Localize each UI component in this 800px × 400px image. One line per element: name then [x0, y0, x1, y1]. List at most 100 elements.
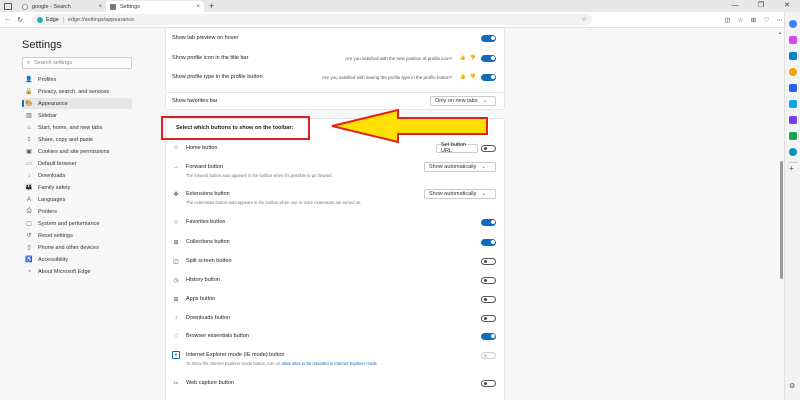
sidebar-item-default-browser[interactable]: ▭ Default browser — [22, 158, 132, 169]
toolbar-row-browser-essentials-button: ♡ Browser essentials button — [172, 331, 500, 341]
close-tab-icon[interactable]: × — [98, 4, 102, 10]
sidebar-item-system-and-performance[interactable]: ▢ System and performance — [22, 218, 132, 229]
sidebar-item-share-copy-and-paste[interactable]: ⇪ Share, copy and paste — [22, 134, 132, 145]
tab-settings[interactable]: Settings × — [106, 1, 204, 12]
search-settings-input[interactable]: ⌕ Search settings — [22, 57, 132, 69]
toggle-web-capture-button[interactable] — [481, 379, 496, 387]
browser-essentials-icon[interactable]: ♡ — [760, 16, 773, 24]
home-icon: ⌂ — [27, 124, 31, 131]
system-icon: ▢ — [26, 221, 32, 227]
outlook-icon[interactable] — [789, 100, 797, 108]
sidebar-item-printers[interactable]: ⎙ Printers — [22, 206, 132, 217]
edge-sidebar: + ⚙ — [784, 12, 800, 400]
collections-icon[interactable]: ⊞ — [747, 16, 760, 24]
scrollbar-thumb[interactable] — [779, 161, 783, 279]
sidebar-item-cookies-and-site-permissions[interactable]: ▣ Cookies and site permissions — [22, 146, 132, 157]
setting-row-show-profile-icon-in-the-title-bar: Show profile icon in the title bar Are yo… — [172, 53, 500, 63]
address-row: ← ↻ Edge edge://settings/appearance ☆ ◫ … — [0, 12, 800, 28]
lock-icon: 🔒 — [25, 89, 33, 95]
dropdown-forward-button[interactable]: Show automatically ⌄ — [424, 162, 496, 172]
tab-title: google - Search — [32, 3, 71, 10]
sidebar-item-privacy-search-and-services[interactable]: 🔒 Privacy, search, and services — [22, 86, 132, 97]
sidebar-item-reset-settings[interactable]: ↺ Reset settings — [22, 230, 132, 241]
toolbar-row-forward-button: → Forward button Show automatically ⌄ — [172, 162, 500, 172]
toggle-home-button[interactable] — [481, 144, 496, 152]
toggle-collections-button[interactable] — [481, 238, 496, 246]
edge-icon: ◔ — [27, 268, 31, 275]
sidebar-item-family-safety[interactable]: 👪 Family safety — [22, 182, 132, 193]
refresh-icon[interactable]: ↻ — [14, 16, 26, 24]
heart-icon: ♡ — [173, 333, 179, 340]
thumbs-down-icon[interactable]: 👎 — [470, 55, 476, 61]
download-icon: ↓ — [174, 315, 178, 321]
toggle-show-tab-preview-on-hover[interactable] — [481, 34, 496, 42]
toggle-favorites-button[interactable] — [481, 218, 496, 226]
thumbs-up-icon[interactable]: 👍 — [460, 55, 466, 61]
toggle-show-profile-type-in-the-profile-button[interactable] — [481, 73, 496, 81]
sidebar-item-profiles[interactable]: 👤 Profiles — [22, 74, 132, 85]
chevron-down-icon: ⌄ — [481, 191, 486, 197]
favorites-icon[interactable]: ☆ — [734, 16, 747, 24]
close-tab-icon[interactable]: × — [196, 4, 200, 10]
window-menu-icon[interactable] — [4, 2, 12, 10]
sidebar-item-label: Accessibility — [38, 256, 68, 263]
download-icon: ↓ — [27, 172, 31, 179]
sidebar-settings-gear-icon[interactable]: ⚙ — [789, 382, 795, 390]
tools-icon[interactable] — [789, 52, 797, 60]
toggle-downloads-button[interactable] — [481, 314, 496, 322]
sidebar-item-sidebar[interactable]: ▥ Sidebar — [22, 110, 132, 121]
sidebar-item-about-microsoft-edge[interactable]: ◔ About Microsoft Edge — [22, 266, 132, 277]
thumbs-up-icon[interactable]: 👍 — [460, 74, 466, 80]
sidebar-item-accessibility[interactable]: ♿ Accessibility — [22, 254, 132, 265]
favorites-bar-label: Show favorites bar — [172, 98, 218, 104]
toolbar-row-favorites-button: ☆ Favorites button — [172, 217, 500, 227]
drop-icon[interactable] — [789, 116, 797, 124]
split-screen-icon[interactable]: ◫ — [721, 16, 734, 24]
sidebar-app-icon[interactable] — [789, 132, 797, 140]
toggle-browser-essentials-button[interactable] — [481, 332, 496, 340]
favorite-star-icon[interactable]: ☆ — [582, 16, 587, 23]
sidebar-item-label: Family safety — [38, 184, 71, 191]
set-button-url-button[interactable]: Set button URL — [436, 142, 478, 154]
dropdown-value: Show automatically — [429, 164, 477, 170]
toggle-apps-button[interactable] — [481, 295, 496, 303]
office-icon[interactable] — [789, 84, 797, 92]
sidebar-item-phone-and-other-devices[interactable]: ▯ Phone and other devices — [22, 242, 132, 253]
search-icon: ⌕ — [27, 59, 31, 66]
back-icon[interactable]: ← — [2, 16, 14, 23]
sidebar-item-label: Share, copy and paste — [38, 136, 94, 143]
add-app-icon[interactable]: + — [789, 164, 794, 173]
new-tab-button[interactable]: + — [209, 1, 214, 11]
sidebar-item-start-home-and-new-tabs[interactable]: ⌂ Start, home, and new tabs — [22, 122, 132, 133]
scroll-up-icon[interactable]: ▲ — [778, 30, 782, 35]
sidebar-item-appearance[interactable]: 🎨 Appearance — [22, 98, 132, 109]
history-icon: ◷ — [173, 277, 179, 284]
toggle-show-profile-icon-in-the-title-bar[interactable] — [481, 54, 496, 62]
dropdown-extensions-button[interactable]: Show automatically ⌄ — [424, 189, 496, 199]
copilot-icon[interactable] — [789, 20, 797, 28]
sidebar-item-languages[interactable]: A Languages — [22, 194, 132, 205]
toolbar-row-home-button: ⌂ Home button Set button URL — [172, 142, 500, 154]
thumbs-down-icon[interactable]: 👎 — [470, 74, 476, 80]
sidebar-item-label: Privacy, search, and services — [38, 88, 110, 95]
sidebar-item-downloads[interactable]: ↓ Downloads — [22, 170, 132, 181]
close-window-button[interactable]: ✕ — [774, 0, 800, 12]
star-icon: ☆ — [173, 219, 179, 226]
toggle-history-button[interactable] — [481, 276, 496, 284]
ie-mode-settings-link[interactable]: allow sites to be reloaded in Internet E… — [281, 361, 376, 366]
toolbar-row-label: Internet Explorer mode (IE mode) button — [186, 352, 285, 358]
toggle-split-screen-button[interactable] — [481, 257, 496, 265]
tab-google-search[interactable]: google - Search × — [18, 1, 106, 12]
address-bar[interactable]: Edge edge://settings/appearance ☆ — [32, 14, 592, 25]
settings-sidebar: Settings ⌕ Search settings 👤 Profiles 🔒 Pri… — [0, 28, 143, 400]
favorites-bar-dropdown[interactable]: Only on new tabs ⌄ — [430, 96, 496, 106]
chevron-down-icon: ⌄ — [482, 98, 488, 104]
tab-strip: google - Search × Settings × + — ❐ ✕ — [0, 0, 800, 12]
edge-logo-icon — [37, 16, 43, 23]
games-icon[interactable] — [789, 68, 797, 76]
language-icon: A — [26, 196, 31, 203]
maximize-button[interactable]: ❐ — [748, 0, 774, 12]
minimize-button[interactable]: — — [722, 0, 748, 12]
designer-icon[interactable] — [789, 148, 797, 156]
shopping-icon[interactable] — [789, 36, 797, 44]
